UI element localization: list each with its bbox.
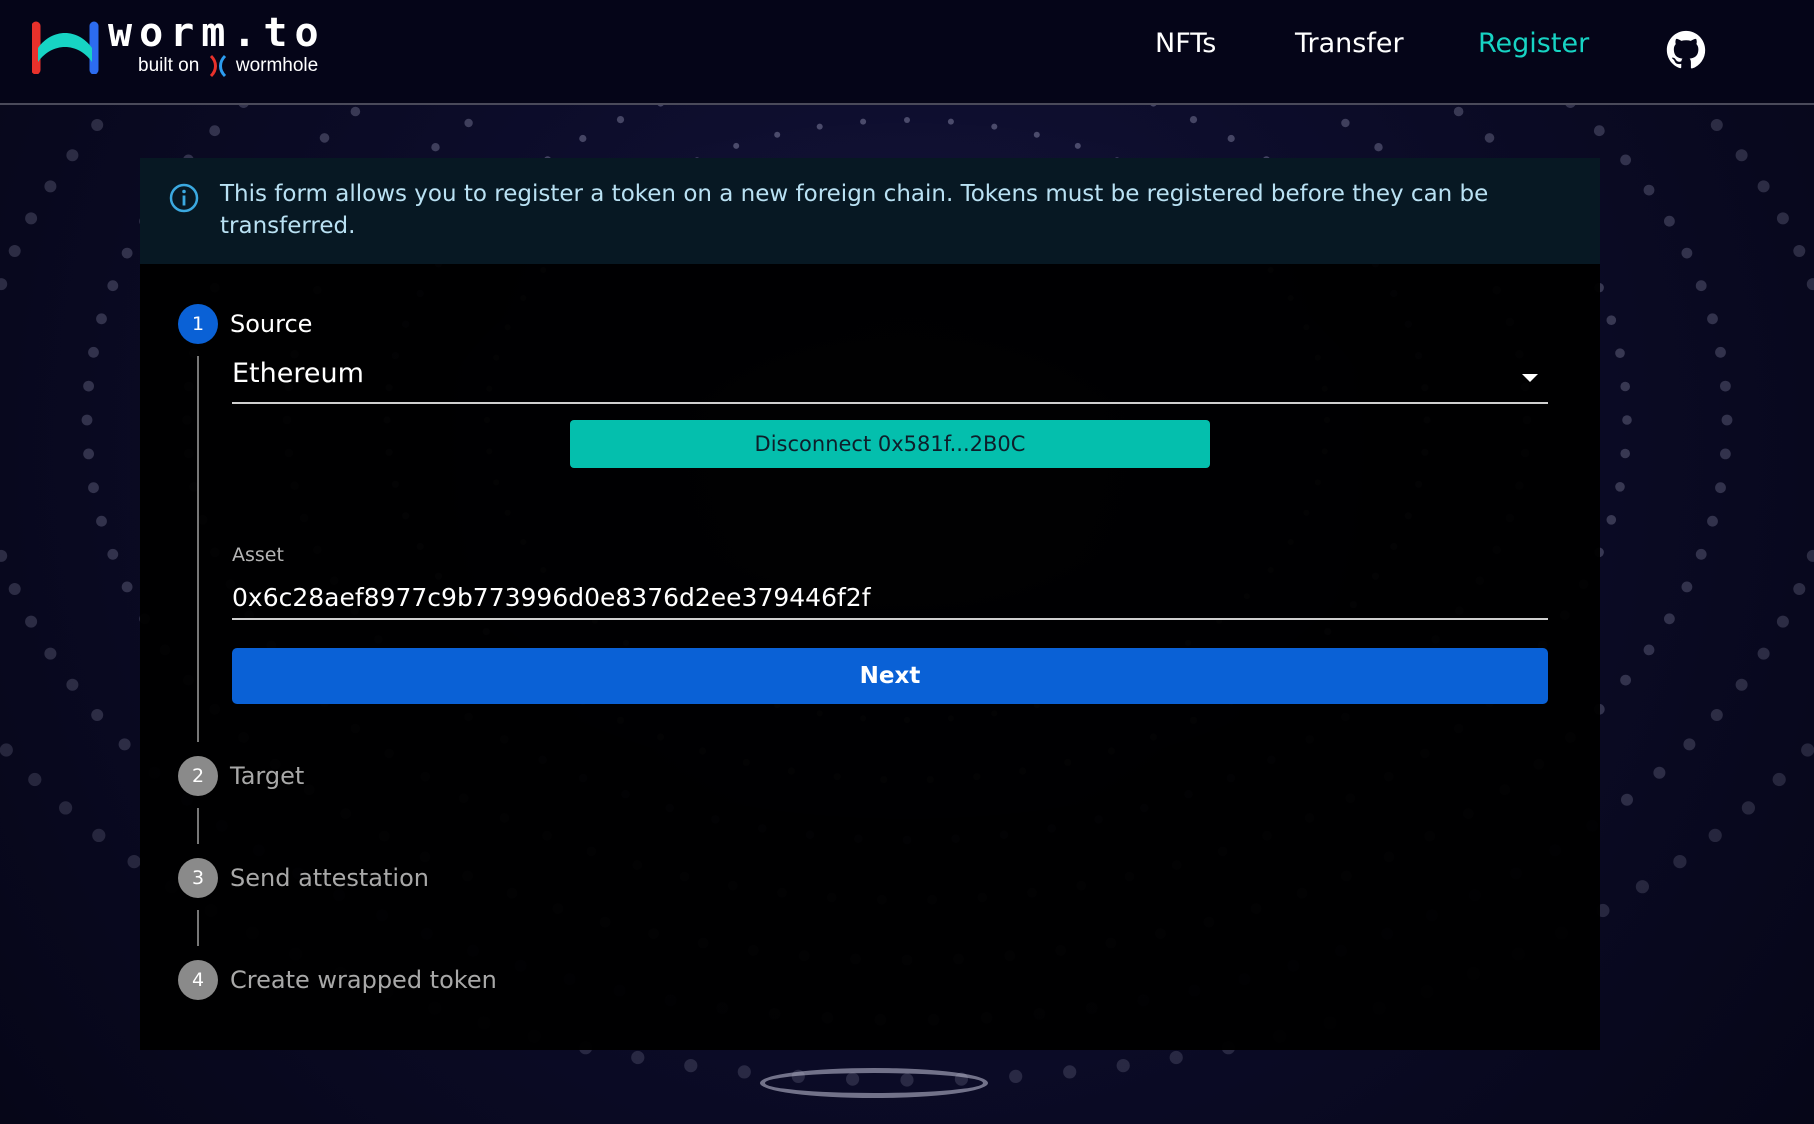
next-button[interactable]: Next xyxy=(232,648,1548,704)
logo-tagline-suffix: wormhole xyxy=(235,55,319,77)
step-4-circle: 4 xyxy=(178,960,218,1000)
step-connector xyxy=(197,910,199,946)
disconnect-wallet-button[interactable]: Disconnect 0x581f...2B0C xyxy=(570,420,1210,468)
info-message: This form allows you to register a token… xyxy=(220,181,1489,239)
step-1-label: Source xyxy=(230,310,313,338)
step-connector xyxy=(197,808,199,844)
logo-wordmark: worm.to xyxy=(108,10,326,56)
github-icon[interactable] xyxy=(1666,30,1706,70)
nav-nfts[interactable]: NFTs xyxy=(1155,28,1216,59)
step-2-circle: 2 xyxy=(178,756,218,796)
portal-ring-decoration xyxy=(760,1068,988,1098)
wormhole-mark-icon xyxy=(209,54,226,78)
step-3-circle: 3 xyxy=(178,858,218,898)
info-icon xyxy=(169,183,199,213)
chevron-down-icon xyxy=(1522,374,1538,382)
step-2-label: Target xyxy=(230,762,305,790)
logo-tagline-prefix: built on xyxy=(138,55,200,77)
step-3-label: Send attestation xyxy=(230,864,429,892)
step-connector xyxy=(197,356,199,742)
step-1-circle: 1 xyxy=(178,304,218,344)
source-chain-value: Ethereum xyxy=(232,358,364,389)
nav-register[interactable]: Register xyxy=(1478,28,1589,59)
logo-tagline: built on wormhole xyxy=(138,54,318,78)
register-card: This form allows you to register a token… xyxy=(140,158,1600,1050)
source-chain-select[interactable]: Ethereum xyxy=(232,354,1548,404)
info-banner: This form allows you to register a token… xyxy=(140,158,1600,264)
asset-field-label: Asset xyxy=(232,544,284,566)
nav-transfer[interactable]: Transfer xyxy=(1295,28,1404,59)
worm-logo-icon xyxy=(32,21,99,74)
top-bar: worm.to built on wormhole NFTs Transfer … xyxy=(0,0,1814,105)
asset-input[interactable] xyxy=(232,576,1548,620)
logo[interactable]: worm.to built on wormhole xyxy=(32,10,362,84)
step-4-label: Create wrapped token xyxy=(230,966,497,994)
